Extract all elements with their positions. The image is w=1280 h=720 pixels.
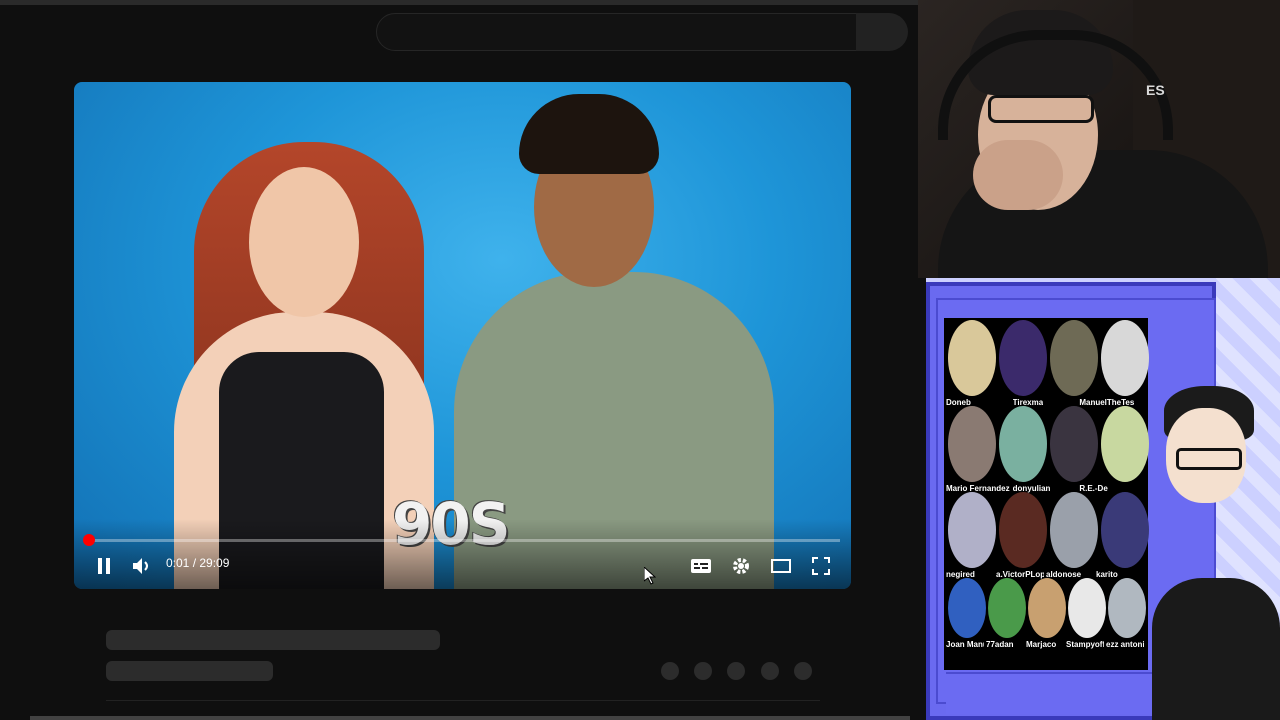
- supporter-avatar: [988, 578, 1026, 638]
- search-button[interactable]: [856, 13, 908, 51]
- supporter-name: Tirexma: [1012, 398, 1044, 407]
- supporter-name: a.VictorPLopez: [996, 570, 1044, 579]
- supporter-avatar: [1101, 406, 1149, 482]
- supporter-name: Stampyoff: [1066, 640, 1104, 649]
- supporter-avatar: [948, 406, 996, 482]
- mascot-glasses: [1176, 448, 1242, 470]
- controls-gradient: [74, 519, 851, 589]
- supporter-name: 77adan: [986, 640, 1014, 649]
- supporter-avatar: [1050, 406, 1098, 482]
- supporter-avatar: [948, 320, 996, 396]
- supporter-avatar: [1050, 492, 1098, 568]
- fullscreen-icon: [812, 557, 830, 575]
- video-frame-person-right-hair: [519, 94, 659, 174]
- action-placeholder: [661, 662, 679, 680]
- supporter-avatar: [999, 320, 1047, 396]
- divider: [106, 700, 820, 701]
- webcam-feed: ES: [918, 0, 1280, 278]
- supporter-avatar: [1108, 578, 1146, 638]
- subtitles-button[interactable]: [688, 556, 714, 576]
- action-placeholder: [727, 662, 745, 680]
- settings-button[interactable]: [728, 555, 754, 577]
- supporter-avatar: [1101, 492, 1149, 568]
- supporter-name: negired: [946, 570, 975, 579]
- action-placeholder: [694, 662, 712, 680]
- mouse-cursor-icon: [644, 567, 656, 585]
- progress-scrubber[interactable]: [83, 534, 96, 546]
- supporter-avatar: [948, 578, 986, 638]
- supporter-name: Doneb: [946, 398, 971, 407]
- supporter-name: karito: [1096, 570, 1118, 579]
- mascot-body: [1152, 578, 1280, 720]
- channel-placeholder: [106, 661, 273, 681]
- video-player[interactable]: 90S 0:01 / 29:09: [74, 82, 851, 589]
- supporter-avatar: [1028, 578, 1066, 638]
- glasses: [988, 95, 1094, 123]
- video-frame-person-left-face: [249, 167, 359, 317]
- supporter-avatar: [999, 406, 1047, 482]
- subtitles-icon: [691, 559, 711, 573]
- volume-icon: [133, 558, 148, 574]
- volume-button[interactable]: [130, 556, 154, 576]
- pause-button[interactable]: [92, 556, 116, 576]
- action-placeholder: [794, 662, 812, 680]
- supporter-name: ezz antonio morin: [1106, 640, 1144, 649]
- supporter-name: R.E.-De: [1079, 484, 1108, 493]
- title-placeholder: [106, 630, 440, 650]
- gear-icon: [733, 558, 749, 574]
- bottom-edge: [30, 716, 910, 720]
- supporter-name: Mario Fernandez: [946, 484, 1010, 493]
- action-placeholder: [761, 662, 779, 680]
- supporter-avatar: [999, 492, 1047, 568]
- stream-overlay-panel: Doneb Tirexma ManuelTheTes Mario Fernandez d…: [926, 278, 1280, 720]
- progress-bar[interactable]: [83, 534, 840, 546]
- supporter-name: aldonose: [1046, 570, 1082, 579]
- supporter-name: donyulian: [1012, 484, 1051, 493]
- supporter-avatar: [1101, 320, 1149, 396]
- headset-text: ES: [1146, 82, 1165, 98]
- time-display: 0:01 / 29:09: [166, 556, 230, 570]
- supporter-avatar: [1050, 320, 1098, 396]
- theater-mode-icon: [771, 559, 791, 573]
- theater-mode-button[interactable]: [768, 556, 794, 576]
- supporter-name: Joan Manuel: [946, 640, 984, 649]
- supporter-name: Marjaco: [1026, 640, 1057, 649]
- supporter-avatar: [1068, 578, 1106, 638]
- supporters-grid: Doneb Tirexma ManuelTheTes Mario Fernandez d…: [944, 318, 1149, 670]
- top-bar: [0, 0, 918, 5]
- fullscreen-button[interactable]: [808, 556, 834, 576]
- webcam-person-hand: [973, 140, 1063, 210]
- supporter-avatar: [948, 492, 996, 568]
- search-input[interactable]: [376, 13, 858, 51]
- supporter-name: ManuelTheTes: [1079, 398, 1135, 407]
- pause-icon: [98, 558, 110, 574]
